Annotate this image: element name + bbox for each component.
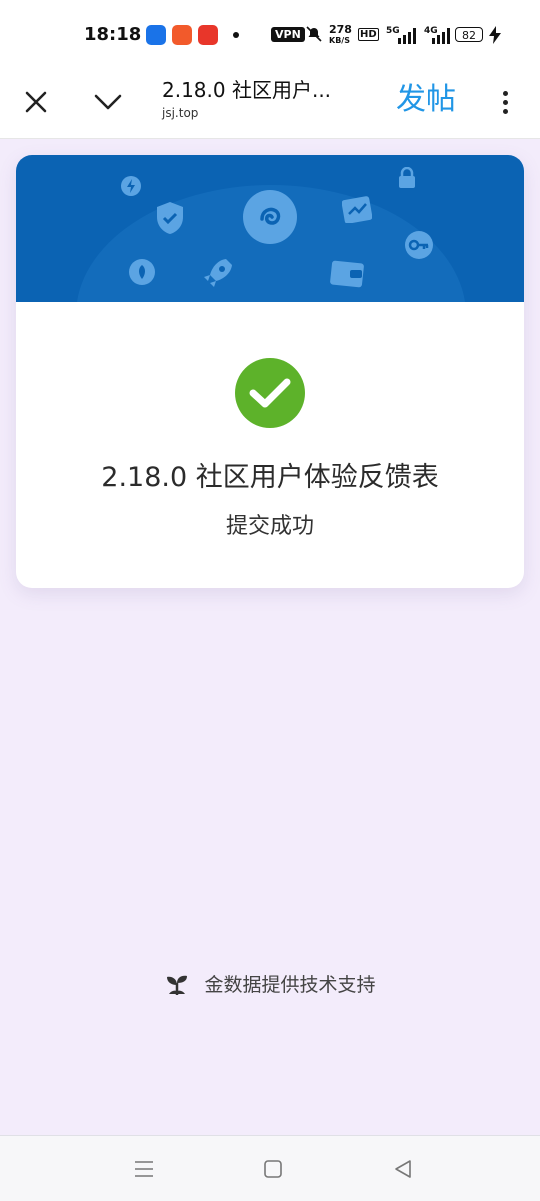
menu-button[interactable] (127, 1152, 161, 1186)
close-button[interactable] (14, 80, 58, 124)
lightning-circle-icon (121, 176, 141, 196)
app-icon-toutiao (198, 25, 218, 45)
speed-unit: KB/S (329, 36, 350, 45)
result-card: 2.18.0 社区用户体验反馈表 提交成功 (16, 155, 524, 588)
notification-dot (233, 32, 239, 38)
chart-icon (342, 196, 372, 223)
check-icon (249, 378, 291, 408)
signal-icon-1 (398, 28, 416, 48)
powered-by[interactable]: 金数据提供技术支持 (0, 970, 540, 997)
lock-icon (399, 167, 415, 188)
app-icon-blue (146, 25, 166, 45)
collapse-button[interactable] (86, 80, 130, 124)
more-vertical-icon[interactable] (490, 82, 520, 122)
charging-icon (489, 26, 501, 48)
home-button[interactable] (256, 1152, 290, 1186)
back-button[interactable] (386, 1152, 420, 1186)
rocket-icon (204, 259, 232, 287)
app-icon-orange (172, 25, 192, 45)
shield-icon (157, 202, 183, 234)
key-icon (405, 231, 433, 259)
logo-circle-icon (243, 190, 297, 244)
card-banner (16, 155, 524, 302)
mute-icon (305, 25, 323, 47)
battery-indicator: 82 (455, 27, 483, 42)
page-domain: jsj.top (162, 106, 199, 120)
status-bar: 18:18 VPN 278 KB/S HD 5G 4G 82 (0, 0, 540, 70)
hd-badge: HD (358, 28, 379, 41)
powered-by-text: 金数据提供技术支持 (204, 974, 376, 996)
wallet-icon (330, 260, 364, 288)
chevron-down-icon (94, 94, 122, 110)
vpn-badge: VPN (271, 27, 305, 42)
success-badge (235, 358, 305, 428)
signal-icon-2 (432, 28, 450, 48)
square-icon (264, 1160, 282, 1178)
speed-value: 278 (329, 23, 352, 36)
net-speed: 278 KB/S (329, 24, 352, 46)
status-time: 18:18 (84, 24, 142, 45)
page-title: 2.18.0 社区用户... (162, 78, 332, 102)
system-nav-bar (0, 1135, 540, 1201)
success-message: 提交成功 (225, 514, 314, 539)
leaf-circle-icon (129, 259, 155, 285)
close-icon (25, 91, 47, 113)
sprout-icon (167, 975, 188, 995)
form-title: 2.18.0 社区用户体验反馈表 (101, 462, 439, 493)
menu-icon (135, 1161, 153, 1177)
back-triangle-icon (395, 1160, 411, 1178)
post-button[interactable]: 发帖 (396, 74, 456, 118)
browser-header: 2.18.0 社区用户... jsj.top 发帖 (0, 70, 540, 139)
